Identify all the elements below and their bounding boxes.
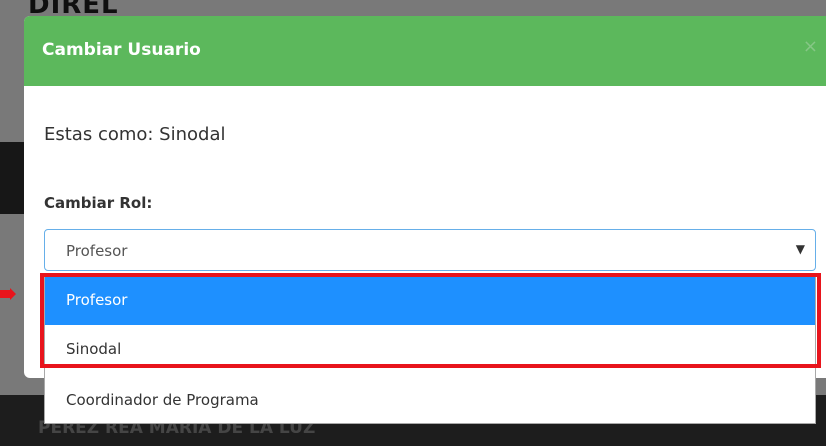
- role-select[interactable]: Profesor ▼: [44, 229, 816, 271]
- role-select-value: Profesor: [66, 242, 128, 260]
- role-option-sinodal[interactable]: Sinodal: [45, 325, 815, 374]
- arrow-icon: [0, 288, 16, 300]
- modal-header: Cambiar Usuario ×: [24, 16, 826, 86]
- role-dropdown-list: Profesor Sinodal Coordinador de Programa: [44, 275, 816, 424]
- role-option-coordinador[interactable]: Coordinador de Programa: [45, 376, 815, 425]
- chevron-down-icon: ▼: [795, 242, 805, 256]
- change-role-label: Cambiar Rol:: [44, 194, 153, 212]
- role-option-profesor[interactable]: Profesor: [45, 276, 815, 325]
- modal-title: Cambiar Usuario: [42, 40, 201, 60]
- current-role-text: Estas como: Sinodal: [44, 124, 226, 145]
- close-icon[interactable]: ×: [803, 36, 818, 57]
